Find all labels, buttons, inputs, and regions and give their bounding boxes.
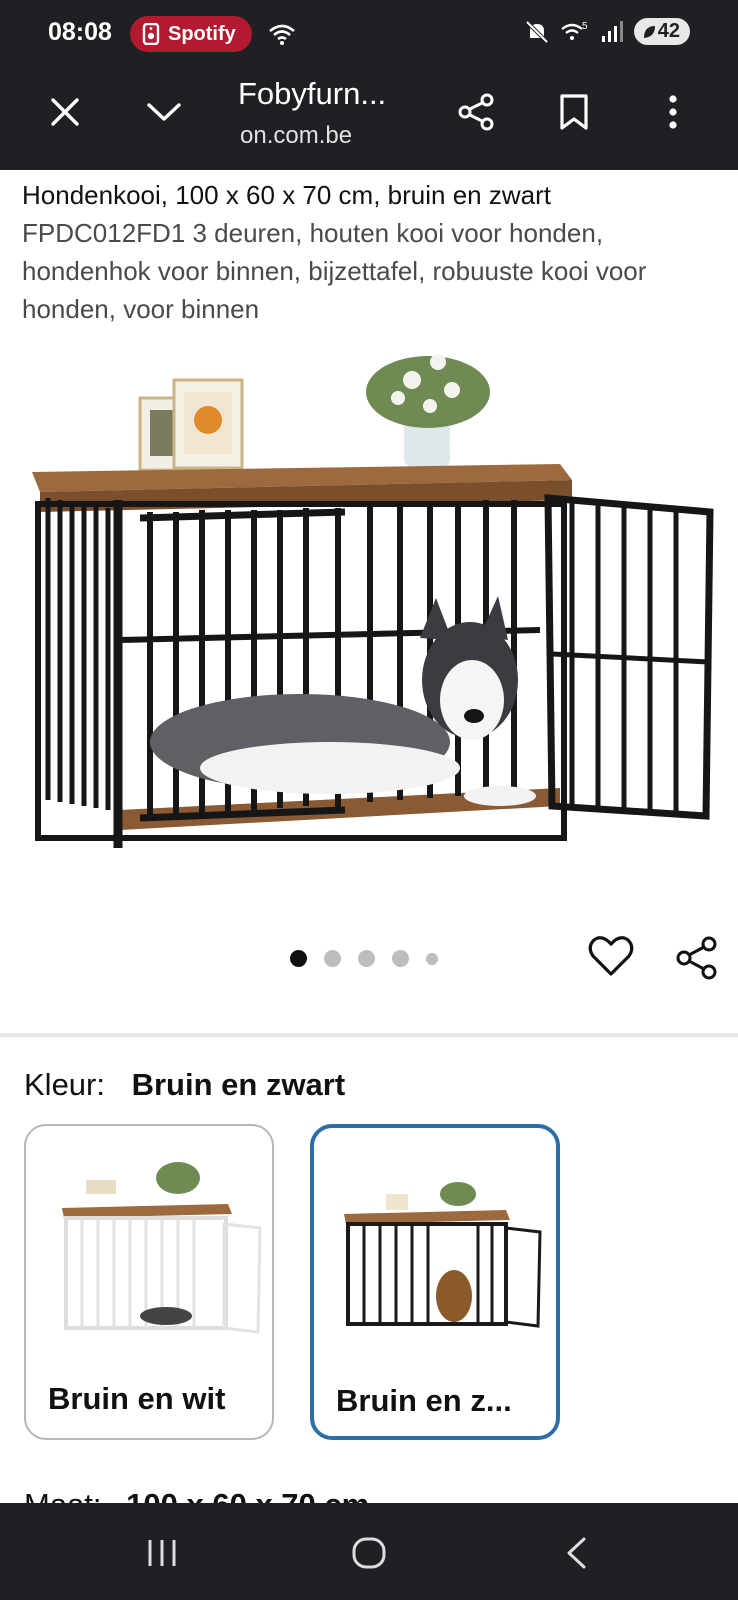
signal-icon xyxy=(601,20,623,42)
product-title: Hondenkooi, 100 x 60 x 70 cm, bruin en z… xyxy=(22,176,712,328)
battery-indicator: 42 xyxy=(633,18,690,45)
white-crate-thumbnail xyxy=(62,1162,262,1334)
page-title: Fobyfurn... xyxy=(238,76,387,111)
color-option-name: Bruin en wit xyxy=(48,1381,226,1416)
color-option-name: Bruin en z... xyxy=(336,1383,512,1418)
recent-apps-button[interactable] xyxy=(132,1531,192,1575)
status-icons: 5 42 xyxy=(524,18,690,45)
svg-text:5: 5 xyxy=(582,21,588,32)
status-time: 08:08 xyxy=(48,18,112,46)
home-button[interactable] xyxy=(339,1531,399,1575)
heart-icon xyxy=(588,936,634,976)
more-vert-icon xyxy=(669,95,677,129)
product-title-details: FPDC012FD1 3 deuren, houten kooi voor ho… xyxy=(22,218,647,324)
carousel-dot[interactable] xyxy=(358,950,375,967)
share-icon xyxy=(458,93,494,131)
chevron-down-icon xyxy=(147,103,181,121)
color-label: Kleur: xyxy=(24,1067,105,1102)
home-icon xyxy=(352,1537,386,1569)
carousel-dot[interactable] xyxy=(392,950,409,967)
color-option-white[interactable]: Bruin en wit xyxy=(24,1124,274,1440)
spotify-notification-pill[interactable]: Spotify xyxy=(130,16,252,52)
wifi-icon xyxy=(269,24,295,45)
recent-apps-icon xyxy=(148,1540,176,1566)
product-image[interactable] xyxy=(0,340,738,880)
black-crate-thumbnail xyxy=(344,1182,542,1328)
bookmark-icon xyxy=(560,94,588,130)
color-selected-value: Bruin en zwart xyxy=(131,1067,346,1102)
color-selector-label: Kleur: Bruin en zwart xyxy=(24,1067,345,1103)
minimize-button[interactable] xyxy=(136,84,192,140)
share-icon xyxy=(676,936,717,980)
carousel-dot[interactable] xyxy=(290,950,307,967)
image-carousel-indicator[interactable] xyxy=(290,950,438,967)
close-button[interactable] xyxy=(37,84,93,140)
spotify-app-icon xyxy=(142,23,160,45)
mute-icon xyxy=(525,20,549,43)
close-icon xyxy=(51,98,79,126)
carousel-dot[interactable] xyxy=(324,950,341,967)
wishlist-button[interactable] xyxy=(588,935,638,985)
page-url[interactable]: on.com.be xyxy=(240,122,352,150)
product-share-button[interactable] xyxy=(674,935,724,985)
browser-chrome: 08:08 Spotify 5 42 Fobyfurn... on.com.be xyxy=(0,0,738,170)
wifi-5g-icon: 5 xyxy=(561,21,588,40)
product-title-main: Hondenkooi, 100 x 60 x 70 cm, bruin en z… xyxy=(22,180,551,210)
share-button[interactable] xyxy=(448,84,504,140)
battery-level: 42 xyxy=(657,20,680,42)
color-option-black[interactable]: Bruin en z... xyxy=(310,1124,560,1440)
dog-crate-illustration xyxy=(32,354,714,848)
carousel-dot[interactable] xyxy=(426,952,438,965)
bookmark-button[interactable] xyxy=(546,84,602,140)
battery-saver-icon xyxy=(643,25,655,38)
back-icon xyxy=(567,1537,586,1569)
section-divider xyxy=(0,1033,738,1037)
notification-app-name: Spotify xyxy=(168,22,236,45)
back-button[interactable] xyxy=(546,1531,606,1575)
more-options-button[interactable] xyxy=(645,84,701,140)
system-navigation-bar xyxy=(0,1503,738,1600)
